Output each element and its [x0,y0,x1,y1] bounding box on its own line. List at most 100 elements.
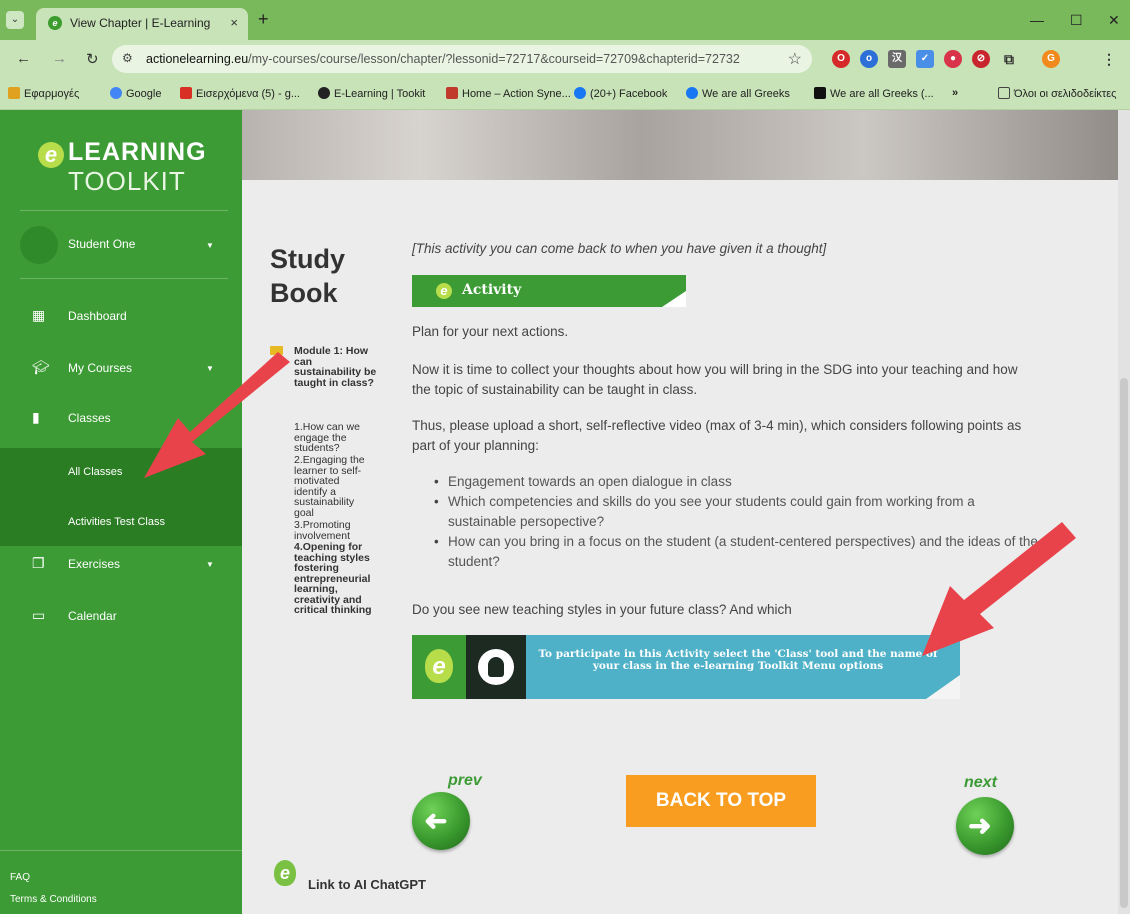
site-icon [318,87,330,99]
e-apple-icon: e [274,860,296,886]
bookmark-elearning[interactable]: E-Learning | Tookit [318,87,425,100]
annotation-arrow-right [922,522,1076,656]
url-path: /my-courses/course/lesson/chapter/?lesso… [248,52,740,66]
toc-item-active[interactable]: 4.Opening for teaching styles fostering … [294,542,380,616]
more-menu-icon[interactable]: ⋮ [1100,50,1118,68]
annotation-arrow-left [144,352,290,478]
class-banner-text: To participate in this Activity select t… [538,648,938,672]
bookmark-action-synergy[interactable]: Home – Action Syne... [446,87,571,100]
toc-item[interactable]: 3.Promoting involvement [294,520,380,541]
divider [20,210,228,211]
files-icon: ❐ [32,555,45,571]
checkbox-extension-icon[interactable]: ✓ [916,50,934,68]
close-window-icon[interactable]: ✕ [1108,12,1120,29]
faq-link[interactable]: FAQ [10,872,30,883]
toc-module-title[interactable]: Module 1: How can sustainability be taug… [294,346,380,388]
sidebar-item-dashboard[interactable]: ▦ Dashboard [0,296,242,336]
address-bar-row: ← → ↻ ⚙ actionelearning.eu/my-courses/co… [0,40,1130,78]
next-label[interactable]: next [964,774,997,792]
bookmark-gmail[interactable]: Εισερχόμενα (5) - g... [180,87,300,100]
google-icon [110,87,122,99]
minimize-icon[interactable]: — [1030,12,1044,28]
paragraph: Plan for your next actions. [412,324,569,339]
avatar[interactable] [20,226,58,264]
scrollbar[interactable] [1118,110,1130,914]
url-input[interactable]: ⚙ actionelearning.eu/my-courses/course/l… [112,45,812,73]
graduation-cap-icon: 🎓︎ [32,359,50,375]
translate-extension-icon[interactable]: 汉 [888,50,906,68]
prev-label[interactable]: prev [448,772,482,790]
browser-tab-bar: ⌄ e View Chapter | E-Learning × + — ☐ ✕ [0,0,1130,40]
e-logo-icon: e [436,283,452,299]
back-icon[interactable]: ← [16,50,31,67]
activity-label: Activity [462,282,522,298]
bookmark-apps[interactable]: Εφαρμογές [8,87,79,100]
chevron-down-icon: ▼ [206,560,214,569]
site-favicon-icon: e [48,16,62,30]
maximize-icon[interactable]: ☐ [1070,12,1083,29]
sidebar-item-label: Calendar [68,609,117,623]
class-tool-banner[interactable]: e To participate in this Activity select… [412,635,960,699]
bookmark-greeks-x[interactable]: We are all Greeks (... [814,87,934,100]
more-bookmarks-icon[interactable]: » [952,87,958,99]
scrollbar-thumb[interactable] [1120,378,1128,908]
logo-text-learning: LEARNING [68,138,207,166]
chatgpt-link[interactable]: Link to AI ChatGPT [308,877,426,892]
block-extension-icon[interactable]: ⊘ [972,50,990,68]
extension-icon[interactable]: o [860,50,878,68]
reload-icon[interactable]: ↻ [86,50,99,68]
divider [0,850,242,851]
page-curl-icon [926,675,960,699]
sidebar-item-label: Exercises [68,557,121,571]
bookmark-all-folder[interactable]: Όλοι οι σελιδοδείκτες [998,87,1117,100]
page-curl-icon [662,291,686,307]
arrow-left-icon: ➜ [424,805,448,836]
activity-banner: e Activity [412,275,686,307]
tab-search-icon[interactable]: ⌄ [6,11,24,29]
profile-avatar-icon[interactable]: G [1042,50,1060,68]
bookmark-star-icon[interactable]: ☆ [788,49,802,69]
sidebar-item-label: Classes [68,411,111,425]
toc-item[interactable]: 2.Engaging the learner to self- motivate… [294,455,380,518]
chart-icon [446,87,458,99]
sidebar-item-exercises[interactable]: ❐ Exercises ▼ [0,544,242,584]
apps-grid-icon [8,87,20,99]
facebook-icon [574,87,586,99]
e-apple-icon: e [425,649,453,683]
sidebar-item-activities-test-class[interactable]: Activities Test Class [68,516,165,528]
calendar-icon: ▭ [32,607,46,623]
logo-e-icon: e [38,142,64,168]
bookmark-facebook[interactable]: (20+) Facebook [574,87,667,100]
paragraph: Now it is time to collect your thoughts … [412,362,1018,397]
toc-item[interactable]: 1.How can we engage the students? [294,422,380,454]
next-button[interactable]: ➜ [956,797,1014,855]
gmail-icon [180,87,192,99]
prev-button[interactable]: ➜ [412,792,470,850]
sidebar-item-calendar[interactable]: ▭ Calendar [0,596,242,636]
bookmark-google[interactable]: Google [110,87,161,100]
back-to-top-button[interactable]: BACK TO TOP [626,775,816,827]
url-host: actionelearning.eu [146,52,249,66]
terms-link[interactable]: Terms & Conditions [10,894,97,905]
x-icon [814,87,826,99]
paragraph: Thus, please upload a short, self-reflec… [412,418,1022,453]
activity-note: [This activity you can come back to when… [412,241,827,256]
extension-icon[interactable]: ● [944,50,962,68]
user-name[interactable]: Student One [68,237,135,251]
new-tab-icon[interactable]: + [258,10,269,28]
bookmark-greeks-fb[interactable]: We are all Greeks [686,87,790,100]
browser-tab[interactable]: e View Chapter | E-Learning × [36,8,248,40]
tab-close-icon[interactable]: × [230,15,238,30]
opera-extension-icon[interactable]: O [832,50,850,68]
arrow-right-icon: ➜ [968,810,992,841]
hero-image [242,110,1130,180]
chevron-down-icon[interactable]: ▼ [206,241,214,250]
page-title: Study Book [270,244,346,308]
extensions-puzzle-icon[interactable]: ⧉ [1000,50,1018,68]
sidebar-item-all-classes[interactable]: All Classes [68,466,122,478]
site-info-icon[interactable]: ⚙ [122,51,138,67]
bookmarks-bar: Εφαρμογές Google Εισερχόμενα (5) - g... … [0,78,1130,110]
divider [20,278,228,279]
logo-text-toolkit: TOOLKIT [68,166,186,196]
forward-icon[interactable]: → [52,50,67,67]
